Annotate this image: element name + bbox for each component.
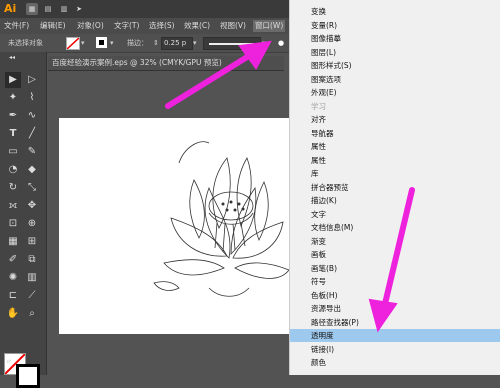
type-tool-icon[interactable]: T [5,126,21,142]
window-menu-item[interactable]: 变量(R) [311,19,337,32]
stroke-profile-dropdown-icon[interactable]: ▾ [262,37,266,49]
curvature-tool-icon[interactable]: ∿ [24,108,40,124]
shape-builder-tool-icon[interactable]: ⊕ [24,216,40,232]
rectangle-tool-icon[interactable]: ▭ [5,144,21,160]
document-tab[interactable]: 百度经验演示案例.eps @ 32% (CMYK/GPU 预览) [48,56,284,71]
rotate-tool-icon[interactable]: ↻ [5,180,21,196]
panel-collapse-icon[interactable]: ◂◂ [4,54,20,62]
stroke-swatch-inner [99,40,104,45]
window-menu-item[interactable]: 颜色 [311,356,326,369]
artboard-tool-icon[interactable]: ⊏ [5,288,21,304]
no-selection-label: 未选择对象 [8,39,43,47]
menu-object[interactable]: 对象(O) [77,20,104,32]
selection-tool-icon[interactable]: ▶ [5,72,21,88]
stroke-swatch[interactable] [96,37,107,48]
window-menu-item[interactable]: 画笔(B) [311,262,337,275]
window-menu-item[interactable]: 图层(L) [311,46,336,59]
eyedropper-tool-icon[interactable]: ✐ [5,252,21,268]
free-transform-tool-icon[interactable]: ⊡ [5,216,21,232]
symbol-sprayer-tool-icon[interactable]: ✺ [5,270,21,286]
window-menu-item[interactable]: 画板 [311,248,326,261]
line-tool-icon[interactable]: ╱ [24,126,40,142]
menu-window[interactable]: 窗口(W) [253,20,286,32]
window-menu-item[interactable]: 色板(H) [311,289,338,302]
swap-fill-stroke-icon[interactable]: ⇄ [4,358,14,366]
document-tab-title: 百度经验演示案例.eps @ 32% (CMYK/GPU 预览) [52,58,222,67]
stroke-color-inner [22,370,36,384]
puppet-warp-tool-icon[interactable]: ✥ [24,198,40,214]
stroke-profile-select[interactable] [203,37,261,50]
window-menu-item[interactable]: 透明度 [311,329,334,342]
window-menu-item[interactable]: 变换 [311,5,326,18]
tools-panel: ◂◂ ▶ ▷ ✦ ⌇ ✒ ∿ T ╱ ▭ ✎ ◔ ◆ ↻ ⤡ ⟗ ✥ ⊡ ⊕ ▦… [0,52,47,388]
fill-swatch[interactable] [66,37,80,50]
stroke-weight-dropdown-icon[interactable]: ▾ [193,37,197,49]
window-menu-item[interactable]: 属性 [311,154,326,167]
window-menu-item[interactable]: 文档信息(M) [311,221,353,234]
window-menu-item[interactable]: 符号 [311,275,326,288]
stroke-color-box[interactable] [16,364,40,388]
arrange-icon[interactable]: ▥ [58,3,70,15]
eraser-tool-icon[interactable]: ◆ [24,162,40,178]
width-tool-icon[interactable]: ⟗ [5,198,21,214]
window-menu-item[interactable]: 渐变 [311,235,326,248]
send-icon[interactable]: ➤ [73,3,85,15]
scale-tool-icon[interactable]: ⤡ [24,180,40,196]
window-menu-item[interactable]: 图案选项 [311,73,341,86]
bridge-icon[interactable]: ▦ [26,3,38,15]
perspective-grid-tool-icon[interactable]: ▦ [5,234,21,250]
window-menu-item[interactable]: 拼合器预览 [311,181,349,194]
direct-selection-tool-icon[interactable]: ▷ [24,72,40,88]
artboard[interactable] [59,118,292,334]
window-menu-item: 学习 [311,101,326,111]
slice-tool-icon[interactable]: ⟋ [24,288,40,304]
menu-edit[interactable]: 编辑(E) [40,20,66,32]
window-menu-item[interactable]: 外观(E) [311,86,337,99]
stroke-stepper-icon[interactable]: ⇕ [153,37,159,49]
window-menu-item[interactable]: 属性 [311,140,326,153]
window-menu-item[interactable]: 导航器 [311,127,334,140]
menu-select[interactable]: 选择(S) [149,20,175,32]
shaper-tool-icon[interactable]: ◔ [5,162,21,178]
window-menu-item[interactable]: 库 [311,167,319,180]
blend-tool-icon[interactable]: ⧉ [24,252,40,268]
window-menu-item[interactable]: 描边(K) [311,194,337,207]
pen-tool-icon[interactable]: ✒ [5,108,21,124]
mesh-tool-icon[interactable]: ⊞ [24,234,40,250]
lotus-illustration [153,141,290,297]
stroke-weight-input[interactable]: 0.25 p [161,37,193,50]
graph-tool-icon[interactable]: ▥ [24,270,40,286]
stroke-line-preview-icon [209,43,254,45]
menu-effect[interactable]: 效果(C) [184,20,210,32]
no-fill-icon [66,37,80,50]
lasso-tool-icon[interactable]: ⌇ [24,90,40,106]
window-menu-item[interactable]: 路径查找器(P) [311,316,359,329]
window-menu-item[interactable]: 文字 [311,208,326,221]
hand-tool-icon[interactable]: ✋ [5,306,21,322]
window-menu-item[interactable]: 图像描摹 [311,32,341,45]
menu-type[interactable]: 文字(T) [114,20,139,32]
magic-wand-tool-icon[interactable]: ✦ [5,90,21,106]
window-menu-item[interactable]: 链接(I) [311,343,334,356]
window-menu-item[interactable]: 图形样式(S) [311,59,352,72]
menu-file[interactable]: 文件(F) [4,20,29,32]
illustrator-logo: Ai [4,2,17,15]
fill-dropdown-icon[interactable]: ▾ [81,37,85,49]
paintbrush-tool-icon[interactable]: ✎ [24,144,40,160]
menu-view[interactable]: 视图(V) [220,20,246,32]
stock-icon[interactable]: ▤ [42,3,54,15]
window-menu-item[interactable]: 对齐 [311,113,326,126]
stroke-label: 描边： [127,39,148,47]
window-menu-item[interactable]: 资源导出 [311,302,341,315]
stroke-dropdown-icon[interactable]: ▾ [110,37,114,49]
zoom-tool-icon[interactable]: ⌕ [24,306,40,322]
brush-dot-icon[interactable]: ● [278,37,284,49]
